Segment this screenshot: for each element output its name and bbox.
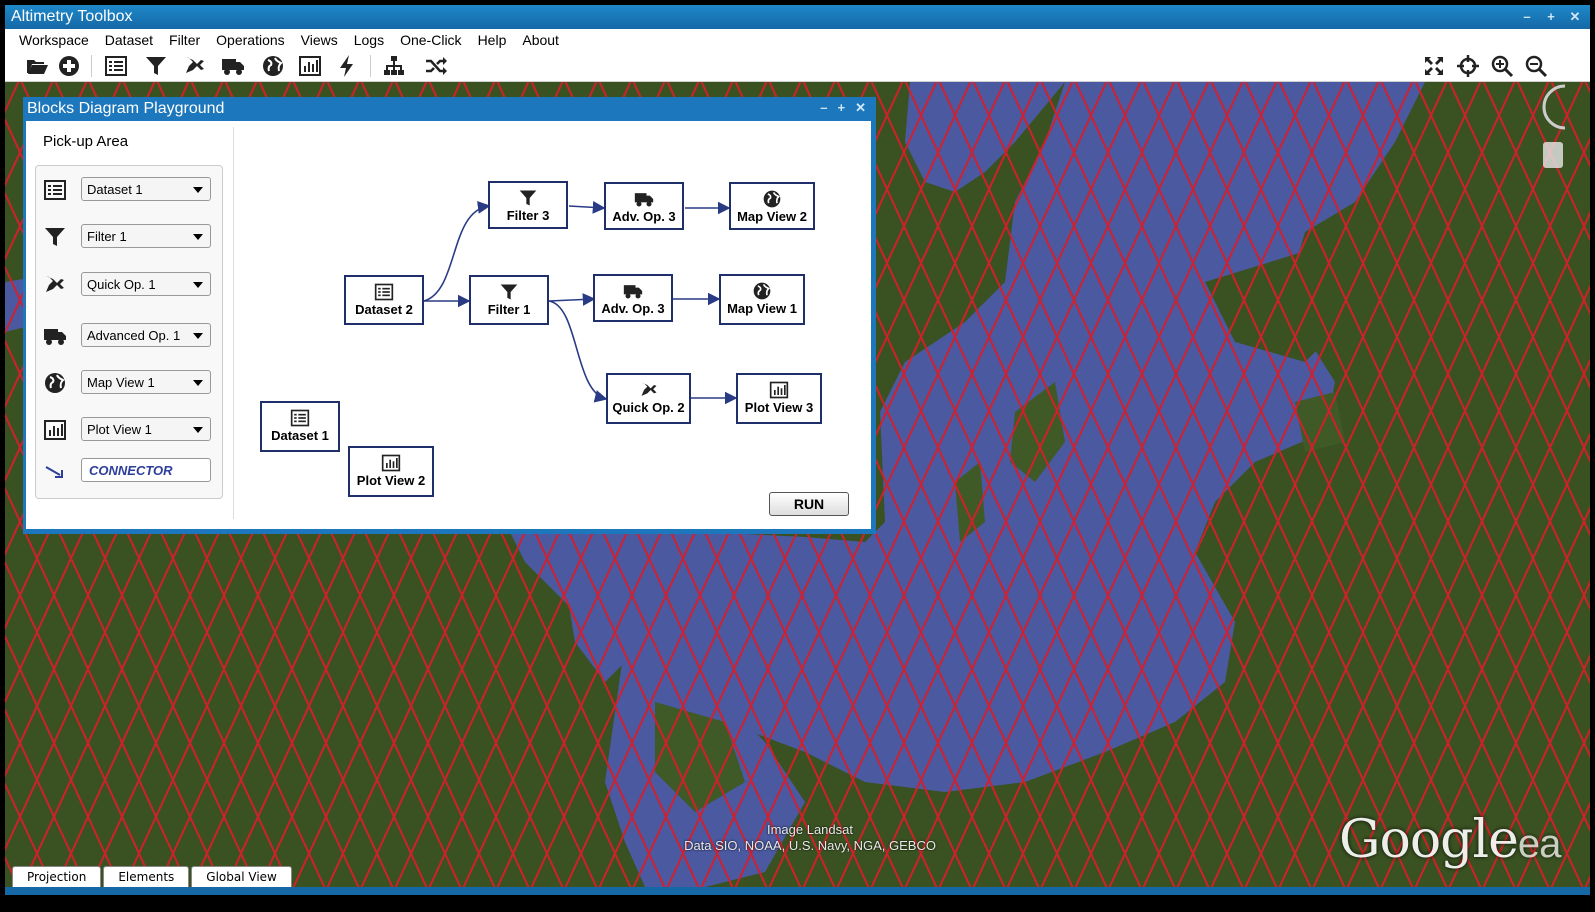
- dialog-close-icon[interactable]: ✕: [855, 100, 866, 116]
- fullscreen-icon[interactable]: [1422, 54, 1446, 78]
- pick-row-quick-op: Quick Op. 1: [36, 272, 222, 298]
- tab-elements[interactable]: Elements: [103, 866, 190, 887]
- block-dataset-1[interactable]: Dataset 1: [260, 401, 340, 452]
- block-map-view-1[interactable]: Map View 1: [719, 274, 805, 325]
- chart-icon: [43, 418, 67, 442]
- map-view-select[interactable]: Map View 1: [81, 370, 211, 394]
- zoom-in-icon[interactable]: [1490, 54, 1514, 78]
- pick-row-dataset: Dataset 1: [36, 177, 222, 203]
- block-dataset-2[interactable]: Dataset 2: [344, 275, 424, 325]
- tab-projection[interactable]: Projection: [12, 866, 102, 887]
- zoom-out-icon[interactable]: [1524, 54, 1548, 78]
- chevron-down-icon: [193, 187, 203, 193]
- advanced-op-select[interactable]: Advanced Op. 1: [81, 323, 211, 347]
- filter-icon[interactable]: [144, 54, 168, 78]
- filter-select[interactable]: Filter 1: [81, 224, 211, 248]
- pick-area-title: Pick-up Area: [43, 133, 129, 150]
- block-adv-op-3a[interactable]: Adv. Op. 3: [604, 182, 684, 230]
- bottom-tab-bar: Projection Elements Global View: [12, 866, 292, 887]
- menu-dataset[interactable]: Dataset: [97, 29, 161, 51]
- map-navigation-control[interactable]: [1537, 82, 1566, 182]
- maximize-icon[interactable]: +: [1542, 8, 1560, 26]
- tab-global-view[interactable]: Global View: [191, 866, 292, 887]
- quick-op-icon: [43, 273, 67, 297]
- globe-icon[interactable]: [261, 54, 285, 78]
- menu-logs[interactable]: Logs: [346, 29, 392, 51]
- block-map-view-2[interactable]: Map View 2: [729, 182, 815, 230]
- block-filter-3[interactable]: Filter 3: [488, 181, 568, 229]
- pick-row-plot-view: Plot View 1: [36, 417, 222, 443]
- dialog-minimize-icon[interactable]: –: [820, 100, 827, 116]
- dataset-list-icon[interactable]: [104, 54, 128, 78]
- dialog-body: Pick-up Area Dataset 1 Filter 1 Quick Op…: [26, 121, 871, 529]
- filter-icon: [518, 188, 538, 208]
- crosshair-icon[interactable]: [1456, 54, 1480, 78]
- quick-op-select[interactable]: Quick Op. 1: [81, 272, 211, 296]
- minimize-icon[interactable]: –: [1518, 8, 1536, 26]
- globe-icon: [762, 189, 782, 209]
- menu-bar: Workspace Dataset Filter Operations View…: [5, 29, 1590, 51]
- connector-button[interactable]: CONNECTOR: [81, 458, 211, 482]
- menu-one-click[interactable]: One-Click: [392, 29, 469, 51]
- chart-icon: [769, 380, 789, 400]
- advanced-op-icon: [623, 281, 643, 301]
- menu-operations[interactable]: Operations: [208, 29, 292, 51]
- block-quick-op-2[interactable]: Quick Op. 2: [606, 373, 691, 424]
- menu-filter[interactable]: Filter: [161, 29, 208, 51]
- diagram-canvas[interactable]: Filter 3 Adv. Op. 3 Map View 2 Dataset 2…: [234, 121, 871, 529]
- menu-workspace[interactable]: Workspace: [5, 29, 97, 51]
- dialog-maximize-icon[interactable]: +: [838, 100, 846, 116]
- chart-icon[interactable]: [298, 54, 322, 78]
- chart-icon: [381, 453, 401, 473]
- dataset-list-icon: [290, 408, 310, 428]
- shuffle-icon[interactable]: [424, 54, 448, 78]
- bolt-icon[interactable]: [335, 54, 359, 78]
- connector-arrow-icon: [43, 459, 67, 483]
- run-button[interactable]: RUN: [769, 492, 849, 516]
- chevron-down-icon: [193, 333, 203, 339]
- pick-row-filter: Filter 1: [36, 224, 222, 250]
- add-circle-icon[interactable]: [57, 54, 81, 78]
- quick-op-icon[interactable]: [183, 54, 207, 78]
- globe-icon: [43, 371, 67, 395]
- close-icon[interactable]: ✕: [1566, 8, 1584, 26]
- google-logo: Googleea: [1339, 810, 1561, 870]
- pick-row-map-view: Map View 1: [36, 370, 222, 396]
- dataset-select[interactable]: Dataset 1: [81, 177, 211, 201]
- block-filter-1[interactable]: Filter 1: [469, 275, 549, 325]
- toolbar: [5, 51, 1590, 82]
- hierarchy-icon[interactable]: [382, 54, 406, 78]
- quick-op-icon: [639, 380, 659, 400]
- menu-help[interactable]: Help: [470, 29, 515, 51]
- advanced-op-icon[interactable]: [221, 54, 245, 78]
- menu-about[interactable]: About: [514, 29, 567, 51]
- pick-area: Dataset 1 Filter 1 Quick Op. 1 Advanced …: [35, 165, 223, 499]
- chevron-down-icon: [193, 282, 203, 288]
- menu-views[interactable]: Views: [293, 29, 346, 51]
- advanced-op-icon: [634, 189, 654, 209]
- plot-view-select[interactable]: Plot View 1: [81, 417, 211, 441]
- globe-icon: [752, 281, 772, 301]
- app-title: Altimetry Toolbox: [11, 8, 133, 25]
- pick-row-advanced-op: Advanced Op. 1: [36, 323, 222, 349]
- dialog-title: Blocks Diagram Playground: [27, 100, 225, 117]
- filter-icon: [43, 225, 67, 249]
- advanced-op-icon: [43, 324, 67, 348]
- block-plot-view-3[interactable]: Plot View 3: [736, 373, 822, 424]
- block-plot-view-2[interactable]: Plot View 2: [348, 446, 434, 497]
- pick-row-connector: CONNECTOR: [36, 458, 222, 484]
- dataset-list-icon: [374, 282, 394, 302]
- app-title-bar: Altimetry Toolbox – + ✕: [5, 5, 1590, 29]
- open-folder-icon[interactable]: [25, 54, 49, 78]
- blocks-diagram-dialog: Blocks Diagram Playground – + ✕ Pick-up …: [23, 97, 876, 534]
- chevron-down-icon: [193, 380, 203, 386]
- filter-icon: [499, 282, 519, 302]
- chevron-down-icon: [193, 234, 203, 240]
- chevron-down-icon: [193, 427, 203, 433]
- dataset-list-icon: [43, 178, 67, 202]
- block-adv-op-3b[interactable]: Adv. Op. 3: [593, 274, 673, 322]
- status-bar: [5, 887, 1590, 895]
